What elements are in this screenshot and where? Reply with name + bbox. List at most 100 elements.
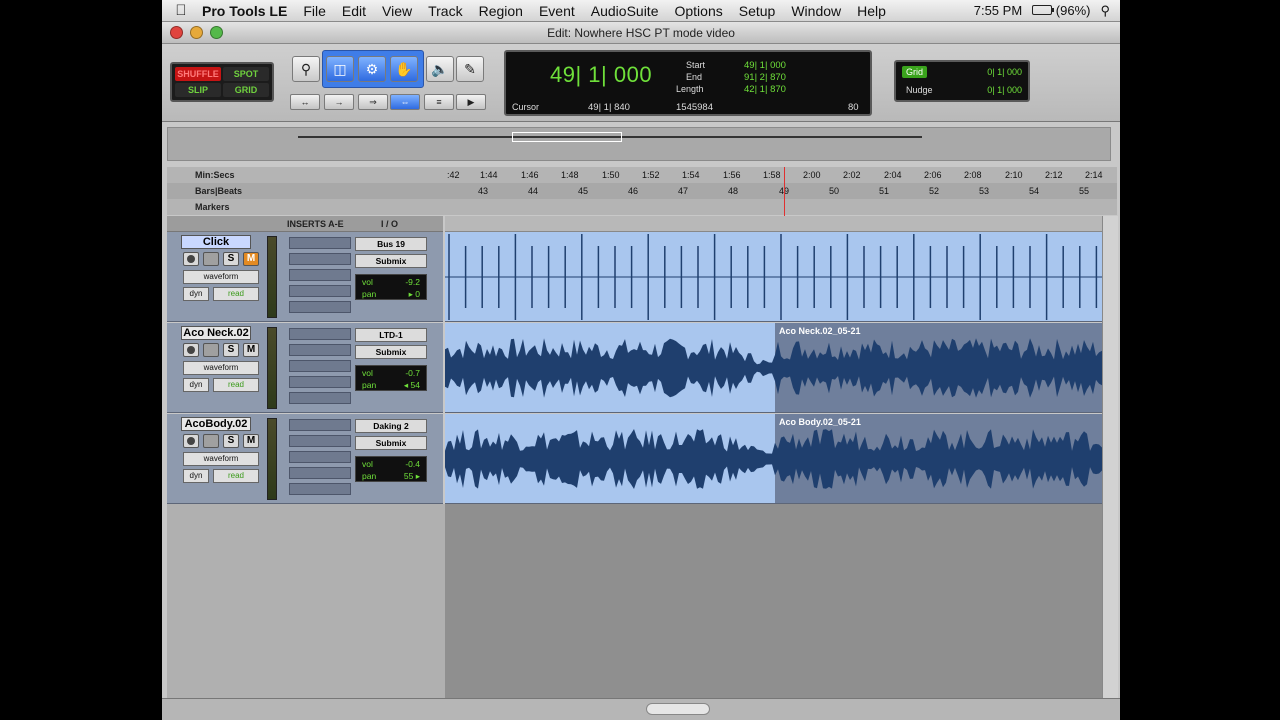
automation-mode-select[interactable]: read	[213, 378, 259, 392]
insert-slot[interactable]	[289, 237, 351, 249]
menu-edit[interactable]: Edit	[334, 3, 374, 19]
mute-button[interactable]: M	[243, 343, 259, 357]
end-value[interactable]: 91| 2| 870	[744, 72, 786, 83]
vol-value[interactable]: -0.4	[405, 459, 420, 469]
insert-slot[interactable]	[289, 467, 351, 479]
region-name[interactable]: Aco Neck.02_05-21	[779, 326, 861, 336]
automation-mode-select[interactable]: read	[213, 287, 259, 301]
solo-button[interactable]: S	[223, 252, 239, 266]
vertical-scrollbar[interactable]	[1102, 216, 1118, 700]
grabber-icon[interactable]: ✋	[390, 56, 418, 82]
tab-to-transient-button[interactable]: →	[324, 94, 354, 110]
dyn-button[interactable]: dyn	[183, 469, 209, 483]
nudge-value[interactable]: 0| 1| 000	[987, 85, 1022, 95]
track-view-select[interactable]: waveform	[183, 452, 259, 466]
apple-icon[interactable]: 	[162, 2, 200, 19]
automation-mode-select[interactable]: read	[213, 469, 259, 483]
pencil-icon[interactable]: ✎	[456, 56, 484, 82]
insertion-follows-button[interactable]: ▶	[456, 94, 486, 110]
track-name[interactable]: AcoBody.02	[181, 417, 251, 431]
insert-slot[interactable]	[289, 419, 351, 431]
length-value[interactable]: 42| 1| 870	[744, 84, 786, 95]
link-timeline-button[interactable]: ⇒	[358, 94, 388, 110]
menu-view[interactable]: View	[374, 3, 420, 19]
track-name[interactable]: Click	[181, 235, 251, 249]
main-counter-value[interactable]: 49| 1| 000	[550, 62, 652, 88]
track-view-select[interactable]: waveform	[183, 361, 259, 375]
bus-select[interactable]: Submix	[355, 345, 427, 359]
insert-slot[interactable]	[289, 328, 351, 340]
zoom-icon[interactable]: ⚲	[292, 56, 320, 82]
insert-slot[interactable]	[289, 344, 351, 356]
bus-select[interactable]: Submix	[355, 436, 427, 450]
vol-value[interactable]: -0.7	[405, 368, 420, 378]
insert-slot[interactable]	[289, 376, 351, 388]
minsecs-ruler[interactable]: Min:Secs :42 1:44 1:46 1:48 1:50 1:52 1:…	[167, 167, 1117, 183]
spot-mode-button[interactable]: SPOT	[223, 67, 269, 81]
search-icon[interactable]: ⚲	[1100, 3, 1110, 19]
pan-value[interactable]: 55 ▸	[404, 471, 420, 482]
markers-ruler[interactable]: Markers	[167, 199, 1117, 215]
output-select[interactable]: Bus 19	[355, 237, 427, 251]
timeline-overview[interactable]	[167, 127, 1111, 161]
grid-mode-button[interactable]: GRID	[223, 83, 269, 97]
horizontal-scroll-thumb[interactable]	[646, 703, 710, 715]
insert-slot[interactable]	[289, 435, 351, 447]
barsbeats-ruler[interactable]: Bars|Beats 43 44 45 46 47 48 49 50 51 52…	[167, 183, 1117, 199]
track-lane[interactable]	[445, 232, 1105, 322]
mute-button[interactable]: M	[243, 252, 259, 266]
overview-view-box[interactable]	[512, 132, 622, 142]
inserts-column-header[interactable]: INSERTS A-E	[287, 219, 344, 229]
region-name[interactable]: Aco Body.02_05-21	[779, 417, 861, 427]
menu-audiosuite[interactable]: AudioSuite	[583, 3, 667, 19]
solo-button[interactable]: S	[223, 434, 239, 448]
insert-slot[interactable]	[289, 451, 351, 463]
menu-setup[interactable]: Setup	[731, 3, 784, 19]
menu-window[interactable]: Window	[783, 3, 849, 19]
battery-icon[interactable]: (96%)	[1032, 3, 1090, 18]
menu-options[interactable]: Options	[666, 3, 730, 19]
track-view-select[interactable]: waveform	[183, 270, 259, 284]
insert-slot[interactable]	[289, 483, 351, 495]
trim-icon[interactable]: ◫	[326, 56, 354, 82]
menu-file[interactable]: File	[295, 3, 334, 19]
track-name[interactable]: Aco Neck.02	[181, 326, 251, 340]
grid-value[interactable]: 0| 1| 000	[987, 67, 1022, 77]
insert-slot[interactable]	[289, 253, 351, 265]
io-column-header[interactable]: I / O	[381, 219, 398, 229]
insert-slot[interactable]	[289, 285, 351, 297]
menu-help[interactable]: Help	[849, 3, 894, 19]
vol-pan-display[interactable]: vol -0.7 pan ◂ 54	[355, 365, 427, 391]
menu-region[interactable]: Region	[471, 3, 531, 19]
start-value[interactable]: 49| 1| 000	[744, 60, 786, 71]
speaker-icon[interactable]: 🔈	[426, 56, 454, 82]
input-monitor-button[interactable]	[203, 434, 219, 448]
menu-app[interactable]: Pro Tools LE	[200, 3, 295, 19]
insert-slot[interactable]	[289, 392, 351, 404]
output-select[interactable]: LTD-1	[355, 328, 427, 342]
selector-icon[interactable]: ⚙	[358, 56, 386, 82]
grid-label[interactable]: Grid	[902, 66, 928, 78]
vol-pan-display[interactable]: vol -9.2 pan ▸ 0	[355, 274, 427, 300]
bus-select[interactable]: Submix	[355, 254, 427, 268]
mute-button[interactable]: M	[243, 434, 259, 448]
pan-value[interactable]: ▸ 0	[409, 289, 420, 300]
slip-mode-button[interactable]: SLIP	[175, 83, 221, 97]
input-monitor-button[interactable]	[203, 252, 219, 266]
track-lane[interactable]: Aco Body.02_05-21	[445, 414, 1105, 504]
insert-slot[interactable]	[289, 360, 351, 372]
output-select[interactable]: Daking 2	[355, 419, 427, 433]
record-button[interactable]	[183, 434, 199, 448]
vol-value[interactable]: -9.2	[405, 277, 420, 287]
insert-slot[interactable]	[289, 301, 351, 313]
zoom-toggle-button[interactable]: ↔	[290, 94, 320, 110]
nudge-label[interactable]: Nudge	[902, 84, 937, 96]
vol-pan-display[interactable]: vol -0.4 pan 55 ▸	[355, 456, 427, 482]
dyn-button[interactable]: dyn	[183, 378, 209, 392]
record-button[interactable]	[183, 343, 199, 357]
menu-track[interactable]: Track	[420, 3, 470, 19]
dyn-button[interactable]: dyn	[183, 287, 209, 301]
link-edit-button[interactable]: ⇔	[390, 94, 420, 110]
insert-slot[interactable]	[289, 269, 351, 281]
clock[interactable]: 7:55 PM	[974, 3, 1022, 18]
